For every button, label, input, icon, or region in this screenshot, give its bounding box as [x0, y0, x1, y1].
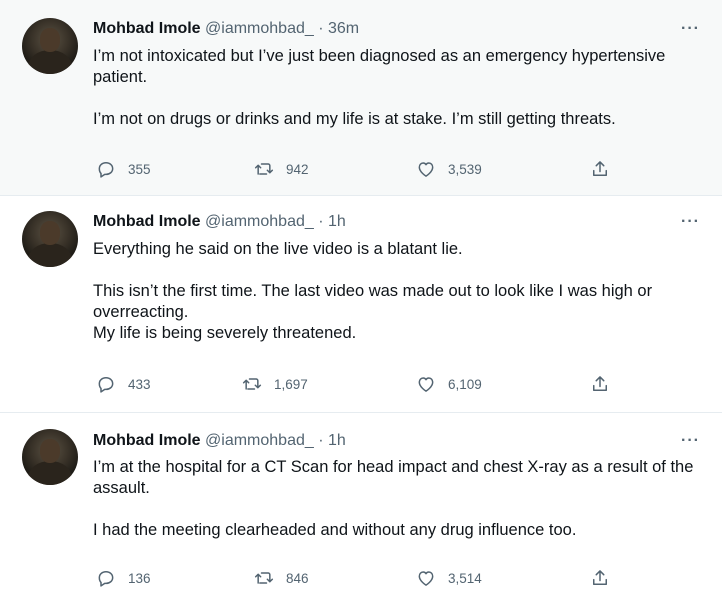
reply-count: 355 [128, 161, 151, 177]
share-icon [593, 161, 607, 176]
tweet-paragraph: My life is being severely threatened. [93, 324, 357, 342]
tweet-header: Mohbad Imole @iammohbad_ · 36m [93, 19, 359, 39]
reply-count: 136 [128, 570, 151, 586]
separator: · [318, 213, 324, 230]
tweet[interactable]: Mohbad Imole @iammohbad_ · 36m ··· I’m n… [0, 0, 722, 196]
author-handle[interactable]: @iammohbad_ [205, 213, 314, 230]
author-name[interactable]: Mohbad Imole [93, 213, 201, 230]
like-icon [418, 162, 434, 177]
share-icon [593, 570, 607, 585]
share-button[interactable] [590, 158, 610, 180]
retweet-icon [242, 378, 262, 390]
more-icon[interactable]: ··· [681, 213, 700, 231]
like-count: 3,514 [448, 570, 482, 586]
tweet-actions: 136 846 3,514 [96, 567, 616, 589]
retweet-icon [254, 572, 274, 584]
tweet[interactable]: Mohbad Imole @iammohbad_ · 1h ··· I’m at… [0, 413, 722, 600]
like-count: 3,539 [448, 161, 482, 177]
retweet-button[interactable]: 942 [254, 158, 309, 180]
timestamp[interactable]: 1h [328, 432, 346, 449]
more-icon[interactable]: ··· [681, 432, 700, 450]
timestamp[interactable]: 1h [328, 213, 346, 230]
share-icon [593, 376, 607, 391]
tweet-text: Everything he said on the live video is … [93, 239, 696, 344]
reply-icon [98, 377, 114, 393]
avatar[interactable] [22, 429, 78, 485]
tweet-paragraph: This isn’t the first time. The last vide… [93, 282, 653, 321]
tweet-header: Mohbad Imole @iammohbad_ · 1h [93, 431, 346, 451]
tweet-actions: 433 1,697 6,109 [96, 373, 616, 395]
author-handle[interactable]: @iammohbad_ [205, 20, 314, 37]
like-button[interactable]: 3,514 [416, 567, 482, 589]
tweet-paragraph: I’m not on drugs or drinks and my life i… [93, 110, 616, 128]
author-name[interactable]: Mohbad Imole [93, 432, 201, 449]
reply-icon [98, 162, 114, 178]
reply-button[interactable]: 433 [96, 373, 151, 395]
more-icon[interactable]: ··· [681, 20, 700, 38]
like-count: 6,109 [448, 376, 482, 392]
tweet-paragraph: I’m at the hospital for a CT Scan for he… [93, 458, 694, 497]
tweet-text: I’m not intoxicated but I’ve just been d… [93, 46, 696, 130]
tweet-text: I’m at the hospital for a CT Scan for he… [93, 457, 696, 541]
share-button[interactable] [590, 373, 610, 395]
reply-icon [98, 571, 114, 587]
share-button[interactable] [590, 567, 610, 589]
timestamp[interactable]: 36m [328, 20, 359, 37]
avatar[interactable] [22, 211, 78, 267]
retweet-button[interactable]: 1,697 [242, 373, 308, 395]
retweet-button[interactable]: 846 [254, 567, 309, 589]
tweet[interactable]: Mohbad Imole @iammohbad_ · 1h ··· Everyt… [0, 196, 722, 413]
author-handle[interactable]: @iammohbad_ [205, 432, 314, 449]
tweet-actions: 355 942 3,539 [96, 158, 616, 180]
tweet-paragraph: I’m not intoxicated but I’ve just been d… [93, 47, 666, 86]
separator: · [318, 20, 324, 37]
like-button[interactable]: 3,539 [416, 158, 482, 180]
retweet-icon [254, 163, 274, 175]
tweet-header: Mohbad Imole @iammohbad_ · 1h [93, 212, 346, 232]
reply-button[interactable]: 355 [96, 158, 151, 180]
retweet-count: 942 [286, 161, 309, 177]
like-button[interactable]: 6,109 [416, 373, 482, 395]
tweet-paragraph: I had the meeting clearheaded and withou… [93, 521, 577, 539]
author-name[interactable]: Mohbad Imole [93, 20, 201, 37]
retweet-count: 1,697 [274, 376, 308, 392]
avatar[interactable] [22, 18, 78, 74]
separator: · [318, 432, 324, 449]
like-icon [418, 571, 434, 586]
like-icon [418, 377, 434, 392]
reply-button[interactable]: 136 [96, 567, 151, 589]
reply-count: 433 [128, 376, 151, 392]
tweet-paragraph: Everything he said on the live video is … [93, 240, 463, 258]
retweet-count: 846 [286, 570, 309, 586]
